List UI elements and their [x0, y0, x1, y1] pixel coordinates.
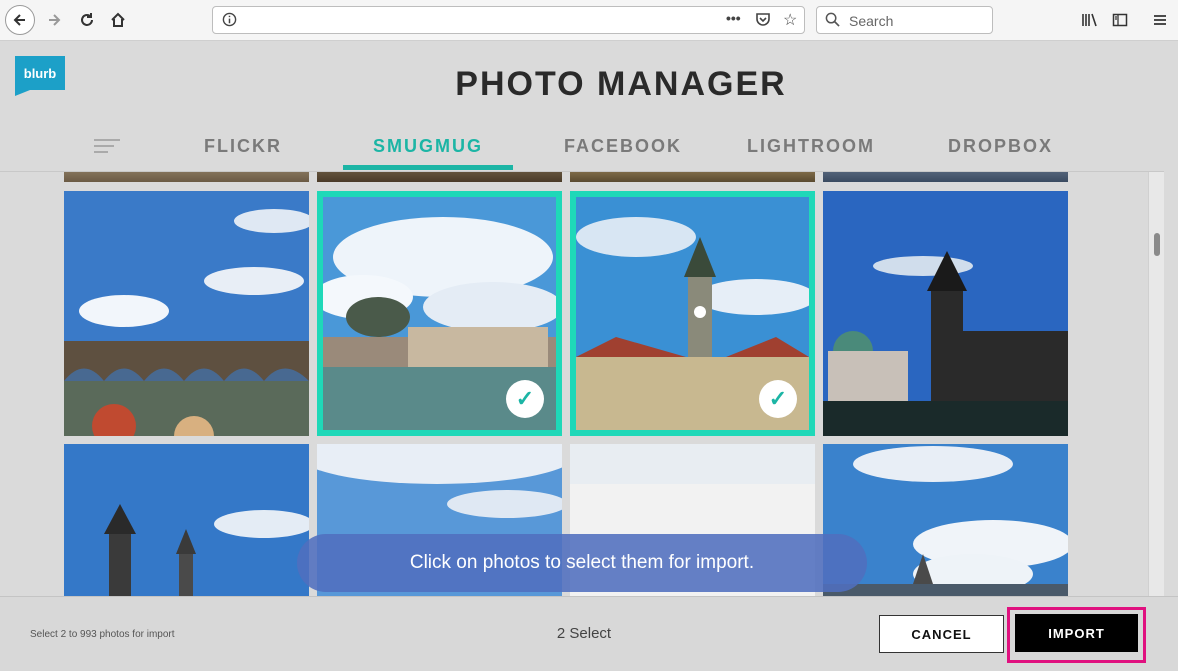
import-button[interactable]: IMPORT [1015, 614, 1138, 652]
library-icon[interactable] [1076, 6, 1104, 34]
tab-smugmug[interactable]: SMUGMUG [373, 136, 483, 157]
page-title: PHOTO MANAGER [455, 65, 787, 103]
import-hint-toast: Click on photos to select them for impor… [297, 534, 867, 592]
page-edge [1164, 41, 1178, 596]
tab-facebook[interactable]: FACEBOOK [564, 136, 682, 157]
app-header: blurb PHOTO MANAGER FLICKR SMUGMUG FACEB… [0, 41, 1178, 172]
pocket-icon[interactable] [755, 12, 771, 30]
sidebar-icon[interactable] [1106, 6, 1134, 34]
menu-icon[interactable] [94, 139, 120, 153]
home-icon[interactable] [104, 6, 132, 34]
photo-thumbnail-selected[interactable]: ✓ [317, 191, 562, 436]
photo-thumbnail[interactable] [570, 172, 815, 182]
more-icon[interactable]: ••• [726, 10, 741, 26]
photo-grid: ✓ ✓ [0, 172, 1148, 596]
scrollbar[interactable] [1148, 172, 1165, 596]
hamburger-icon[interactable] [1146, 6, 1174, 34]
photo-thumbnail[interactable] [64, 172, 309, 182]
cancel-button[interactable]: CANCEL [879, 615, 1004, 653]
check-icon: ✓ [759, 380, 797, 418]
photo-thumbnail[interactable] [64, 444, 309, 596]
reload-icon[interactable] [73, 6, 101, 34]
search-bar[interactable] [816, 6, 993, 34]
photo-thumbnail[interactable] [64, 191, 309, 436]
browser-toolbar: ••• ☆ [0, 0, 1178, 41]
photo-thumbnail[interactable] [317, 172, 562, 182]
search-icon [825, 12, 840, 30]
tab-lightroom[interactable]: LIGHTROOM [747, 136, 875, 157]
check-icon: ✓ [506, 380, 544, 418]
photo-thumbnail-selected[interactable]: ✓ [570, 191, 815, 436]
tab-flickr[interactable]: FLICKR [204, 136, 282, 157]
back-icon[interactable] [5, 5, 35, 35]
import-button-highlight: IMPORT [1007, 607, 1146, 663]
tab-dropbox[interactable]: DROPBOX [948, 136, 1053, 157]
url-bar[interactable]: ••• ☆ [212, 6, 805, 34]
footer-bar: Select 2 to 993 photos for import 2 Sele… [0, 596, 1178, 671]
active-tab-indicator [343, 165, 513, 170]
forward-icon[interactable] [40, 6, 68, 34]
photo-thumbnail[interactable] [823, 191, 1068, 436]
search-input[interactable] [847, 11, 986, 31]
star-icon[interactable]: ☆ [783, 10, 797, 30]
scrollbar-thumb[interactable] [1154, 233, 1160, 256]
info-icon[interactable] [222, 12, 237, 30]
photo-thumbnail[interactable] [823, 172, 1068, 182]
